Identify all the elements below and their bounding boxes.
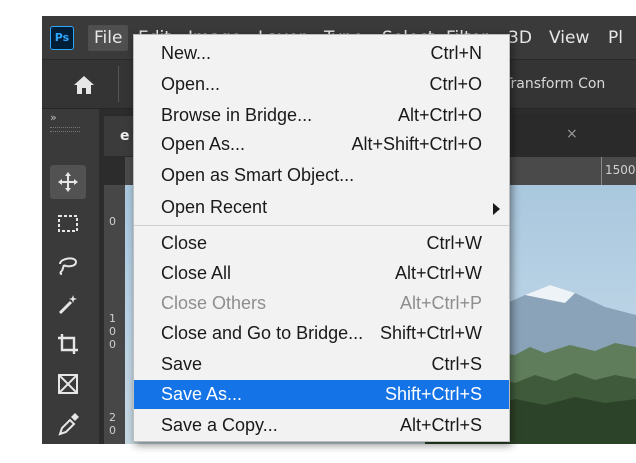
ruler-label-100-digit3: 0 [109, 338, 116, 351]
menu-item-shortcut: Shift+Ctrl+S [384, 384, 482, 404]
frame-tool-icon [58, 374, 78, 394]
menu-item-save-as[interactable]: Save As... Shift+Ctrl+S [134, 380, 509, 409]
crop-tool-icon [58, 334, 78, 354]
close-tab-icon[interactable]: × [566, 126, 578, 142]
menu-item-label: Close All [161, 263, 232, 283]
menu-item-close-and-go-to-bridge[interactable]: Close and Go to Bridge... Shift+Ctrl+W [134, 319, 509, 348]
ruler-label-100-digit1: 1 [109, 312, 116, 325]
eyedropper-tool-icon [58, 413, 79, 436]
ruler-label-100-digit2: 0 [109, 325, 116, 338]
menu-view[interactable]: View [549, 27, 589, 49]
menu-item-label: Save [161, 354, 203, 374]
submenu-arrow-icon [493, 203, 500, 215]
menu-item-label: Save As... [161, 384, 243, 404]
menu-item-shortcut: Alt+Ctrl+W [394, 263, 482, 283]
menu-item-save[interactable]: Save Ctrl+S [134, 350, 509, 379]
home-icon[interactable] [72, 74, 96, 96]
ruler-tick [601, 157, 602, 185]
menu-item-browse-in-bridge[interactable]: Browse in Bridge... Alt+Ctrl+O [134, 101, 509, 130]
ruler-label-1500: 1500 [605, 163, 636, 177]
menu-item-open-as-smart-object[interactable]: Open as Smart Object... [134, 161, 509, 190]
menu-item-label: Open Recent [161, 197, 268, 217]
file-menu: New... Ctrl+N Open... Ctrl+O Browse in B… [133, 34, 510, 442]
menu-item-label: Close Others [161, 293, 267, 313]
ruler-label-0: 0 [109, 215, 116, 228]
menu-item-shortcut: Alt+Ctrl+P [399, 293, 482, 313]
menu-item-label: Open... [161, 74, 221, 94]
tools-panel: » [42, 109, 99, 444]
menu-item-label: Close [161, 233, 208, 253]
menu-item-close[interactable]: Close Ctrl+W [134, 229, 509, 258]
menu-separator [134, 225, 509, 226]
divider [118, 66, 119, 102]
marquee-tool-icon [58, 215, 78, 232]
menu-item-close-all[interactable]: Close All Alt+Ctrl+W [134, 259, 509, 288]
frame-tool-button[interactable] [50, 367, 86, 401]
magic-wand-tool-icon [58, 295, 77, 315]
menu-plugins[interactable]: Pl [608, 27, 623, 49]
menu-item-shortcut: Alt+Shift+Ctrl+O [351, 134, 482, 154]
menu-item-label: Close and Go to Bridge... [161, 323, 364, 343]
menu-item-shortcut: Alt+Ctrl+S [399, 415, 482, 435]
panel-grip[interactable] [50, 127, 80, 132]
menu-item-new[interactable]: New... Ctrl+N [134, 39, 509, 68]
eyedropper-tool-button[interactable] [50, 407, 86, 441]
menu-item-label: Save a Copy... [161, 415, 278, 435]
photoshop-logo: Ps [50, 26, 74, 50]
collapse-panel-button[interactable]: » [50, 111, 57, 124]
menu-item-shortcut: Shift+Ctrl+W [379, 323, 482, 343]
menu-item-save-a-copy[interactable]: Save a Copy... Alt+Ctrl+S [134, 411, 509, 440]
menu-item-shortcut: Ctrl+O [429, 74, 482, 94]
lasso-tool-button[interactable] [50, 247, 86, 281]
menu-item-shortcut: Ctrl+S [431, 354, 482, 374]
marquee-tool-button[interactable] [50, 207, 86, 241]
menu-item-label: Browse in Bridge... [161, 105, 313, 125]
menu-item-label: Open as Smart Object... [161, 165, 355, 185]
lasso-tool-icon [59, 257, 78, 275]
crop-tool-button[interactable] [50, 327, 86, 361]
menu-item-close-others: Close Others Alt+Ctrl+P [134, 289, 509, 318]
magic-wand-tool-button[interactable] [50, 287, 86, 321]
vertical-ruler: 0 1 0 0 2 0 [104, 185, 125, 444]
menu-item-shortcut: Alt+Ctrl+O [397, 105, 482, 125]
transform-controls-label[interactable]: Transform Con [504, 76, 605, 92]
menu-item-open[interactable]: Open... Ctrl+O [134, 70, 509, 99]
menu-item-shortcut: Ctrl+N [430, 43, 482, 63]
move-tool-icon [58, 172, 78, 192]
ruler-label-200-digit2: 0 [109, 424, 116, 437]
menu-item-shortcut: Ctrl+W [426, 233, 483, 253]
ruler-label-200-digit1: 2 [109, 411, 116, 424]
menu-item-open-recent[interactable]: Open Recent [134, 193, 509, 222]
menu-item-label: New... [161, 43, 212, 63]
menu-file[interactable]: File [88, 25, 129, 51]
move-tool-button[interactable] [50, 165, 86, 199]
menu-item-open-as[interactable]: Open As... Alt+Shift+Ctrl+O [134, 130, 509, 159]
menu-item-label: Open As... [161, 134, 246, 154]
menu-3d[interactable]: 3D [508, 27, 532, 49]
